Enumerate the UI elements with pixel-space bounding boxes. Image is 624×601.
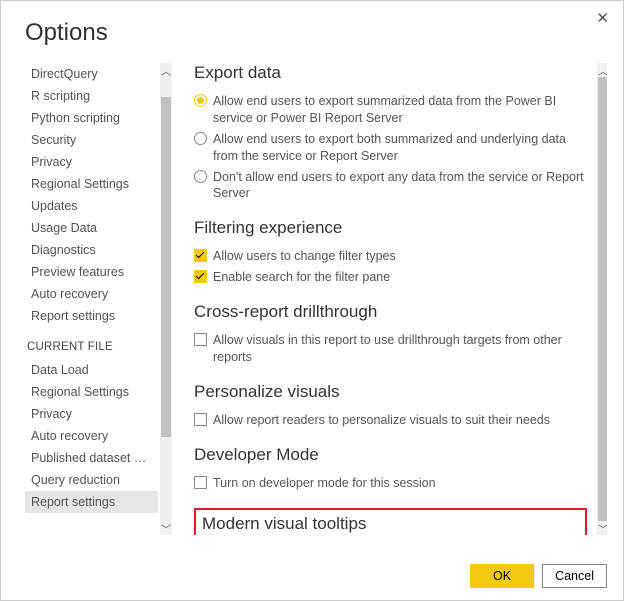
checkbox-allow-drillthrough[interactable]: Allow visuals in this report to use dril…	[194, 330, 587, 368]
section-title: Cross-report drillthrough	[194, 302, 587, 322]
sidebar-item-published-dataset-settings[interactable]: Published dataset set…	[25, 447, 158, 469]
sidebar-item-report-settings[interactable]: Report settings	[25, 491, 158, 513]
sidebar-item-privacy[interactable]: Privacy	[25, 151, 158, 173]
checkbox-icon	[194, 476, 207, 489]
chevron-up-icon[interactable]: ︿	[597, 63, 607, 77]
content-scrollbar[interactable]: ︿ ﹀	[597, 63, 607, 535]
sidebar-scrollbar-thumb[interactable]	[161, 97, 171, 437]
radio-icon	[194, 170, 207, 183]
section-title: Developer Mode	[194, 445, 587, 465]
options-dialog: ✕ Options DirectQuery R scripting Python…	[0, 0, 624, 601]
sidebar: DirectQuery R scripting Python scripting…	[17, 63, 172, 535]
section-cross-report-drillthrough: Cross-report drillthrough Allow visuals …	[194, 302, 587, 368]
section-title: Modern visual tooltips	[202, 514, 579, 534]
checkbox-label: Allow report readers to personalize visu…	[213, 412, 587, 429]
section-title: Export data	[194, 63, 587, 83]
dialog-buttons: OK Cancel	[470, 564, 607, 588]
checkbox-icon	[194, 249, 207, 262]
sidebar-item-regional-settings-file[interactable]: Regional Settings	[25, 381, 158, 403]
sidebar-item-data-load[interactable]: Data Load	[25, 359, 158, 381]
section-personalize-visuals: Personalize visuals Allow report readers…	[194, 382, 587, 431]
radio-export-summarized[interactable]: Allow end users to export summarized dat…	[194, 91, 587, 129]
sidebar-item-preview-features[interactable]: Preview features	[25, 261, 158, 283]
cancel-button[interactable]: Cancel	[542, 564, 607, 588]
sidebar-item-report-settings-global[interactable]: Report settings	[25, 305, 158, 327]
checkbox-icon	[194, 270, 207, 283]
content-scroll: Export data Allow end users to export su…	[194, 63, 593, 535]
radio-label: Don't allow end users to export any data…	[213, 169, 587, 203]
radio-label: Allow end users to export summarized dat…	[213, 93, 587, 127]
ok-button[interactable]: OK	[470, 564, 534, 588]
radio-export-none[interactable]: Don't allow end users to export any data…	[194, 167, 587, 205]
dialog-body: DirectQuery R scripting Python scripting…	[17, 63, 607, 535]
section-filtering-experience: Filtering experience Allow users to chan…	[194, 218, 587, 288]
sidebar-group-current-file: CURRENT FILE	[27, 341, 158, 353]
sidebar-scrollbar-track[interactable]	[160, 77, 172, 521]
sidebar-item-auto-recovery[interactable]: Auto recovery	[25, 283, 158, 305]
chevron-up-icon[interactable]: ︿	[160, 63, 172, 77]
checkbox-label: Allow visuals in this report to use dril…	[213, 332, 587, 366]
sidebar-list-current-file: Data Load Regional Settings Privacy Auto…	[25, 359, 158, 513]
checkbox-developer-mode[interactable]: Turn on developer mode for this session	[194, 473, 587, 494]
section-title: Filtering experience	[194, 218, 587, 238]
section-developer-mode: Developer Mode Turn on developer mode fo…	[194, 445, 587, 494]
dialog-title: Options	[25, 19, 607, 47]
sidebar-item-updates[interactable]: Updates	[25, 195, 158, 217]
chevron-down-icon[interactable]: ﹀	[597, 521, 607, 535]
sidebar-item-diagnostics[interactable]: Diagnostics	[25, 239, 158, 261]
checkbox-label: Turn on developer mode for this session	[213, 475, 587, 492]
sidebar-item-privacy-file[interactable]: Privacy	[25, 403, 158, 425]
checkbox-label: Enable search for the filter pane	[213, 269, 587, 286]
chevron-down-icon[interactable]: ﹀	[160, 521, 172, 535]
radio-label: Allow end users to export both summarize…	[213, 131, 587, 165]
close-icon[interactable]: ✕	[596, 11, 609, 26]
checkbox-icon	[194, 333, 207, 346]
sidebar-scroll: DirectQuery R scripting Python scripting…	[25, 63, 172, 535]
sidebar-scrollbar[interactable]: ︿ ﹀	[160, 63, 172, 535]
sidebar-item-security[interactable]: Security	[25, 129, 158, 151]
radio-icon	[194, 94, 207, 107]
checkbox-personalize-visuals[interactable]: Allow report readers to personalize visu…	[194, 410, 587, 431]
checkbox-search-filter-pane[interactable]: Enable search for the filter pane	[194, 267, 587, 288]
sidebar-item-python-scripting[interactable]: Python scripting	[25, 107, 158, 129]
checkbox-change-filter-types[interactable]: Allow users to change filter types	[194, 246, 587, 267]
radio-icon	[194, 132, 207, 145]
checkbox-label: Allow users to change filter types	[213, 248, 587, 265]
content-scrollbar-track[interactable]	[597, 77, 607, 521]
sidebar-item-directquery[interactable]: DirectQuery	[25, 63, 158, 85]
section-modern-visual-tooltips: Modern visual tooltips Use modern visual…	[194, 508, 587, 536]
content-scrollbar-thumb[interactable]	[598, 77, 607, 521]
content-pane: Export data Allow end users to export su…	[172, 63, 607, 535]
sidebar-list-global: DirectQuery R scripting Python scripting…	[25, 63, 158, 327]
radio-export-both[interactable]: Allow end users to export both summarize…	[194, 129, 587, 167]
sidebar-item-usage-data[interactable]: Usage Data	[25, 217, 158, 239]
sidebar-item-regional-settings[interactable]: Regional Settings	[25, 173, 158, 195]
sidebar-item-auto-recovery-file[interactable]: Auto recovery	[25, 425, 158, 447]
sidebar-item-query-reduction[interactable]: Query reduction	[25, 469, 158, 491]
section-export-data: Export data Allow end users to export su…	[194, 63, 587, 204]
section-title: Personalize visuals	[194, 382, 587, 402]
sidebar-item-r-scripting[interactable]: R scripting	[25, 85, 158, 107]
checkbox-icon	[194, 413, 207, 426]
